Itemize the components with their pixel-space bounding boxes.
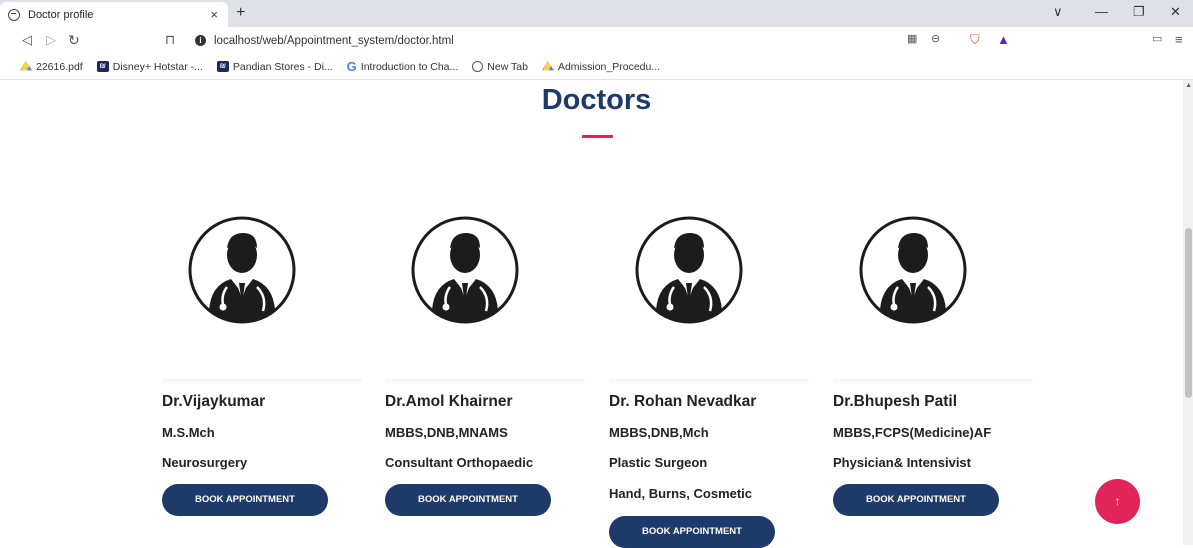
toolbar: ◁ ▷ ↻ ⊓ i localhost/web/Appointment_syst…: [0, 27, 1193, 54]
back-icon[interactable]: ◁: [22, 32, 32, 48]
bookmark-label: New Tab: [487, 60, 528, 73]
bookmark-icon[interactable]: ⊓: [165, 32, 175, 48]
minimize-button[interactable]: —: [1095, 4, 1108, 19]
site-info-icon[interactable]: i: [195, 35, 206, 46]
close-icon[interactable]: ×: [210, 7, 218, 22]
hotstar-icon: ₪: [216, 61, 229, 72]
card-divider: [833, 379, 1033, 385]
page-title: Doctors: [541, 84, 652, 116]
doctor-specialty: Physician& Intensivist: [833, 455, 971, 470]
doctor-qualification: MBBS,DNB,MNAMS: [385, 425, 508, 440]
doctor-name: Dr.Amol Khairner: [385, 393, 513, 410]
url-text[interactable]: localhost/web/Appointment_system/doctor.…: [214, 35, 454, 47]
bookmark-item[interactable]: 22616.pdf: [20, 61, 83, 73]
brave-rewards-icon[interactable]: ▲: [997, 32, 1010, 47]
scroll-to-top-button[interactable]: ↑: [1095, 479, 1140, 524]
address-bar[interactable]: i localhost/web/Appointment_system/docto…: [195, 30, 1025, 51]
book-appointment-button[interactable]: BOOK APPOINTMENT: [162, 484, 328, 516]
book-appointment-button[interactable]: BOOK APPOINTMENT: [385, 484, 551, 516]
doctor-qualification: M.S.Mch: [162, 425, 215, 440]
page-content: [0, 80, 1183, 545]
tab-title: Doctor profile: [28, 8, 94, 21]
bookmarks-bar: 22616.pdf ₪ Disney+ Hotstar -... ₪ Pandian…: [0, 54, 1193, 80]
bookmark-label: Disney+ Hotstar -...: [112, 60, 203, 73]
tab-search-icon[interactable]: ∨: [1053, 4, 1063, 20]
doctor-name: Dr.Vijaykumar: [162, 393, 266, 410]
doctor-qualification: MBBS,FCPS(Medicine)AF: [833, 425, 992, 440]
bookmark-label: Pandian Stores - Di...: [232, 60, 333, 73]
bookmark-label: 22616.pdf: [36, 60, 83, 73]
card-divider: [162, 379, 362, 385]
browser-chrome: Doctor profile × + ∨ — ❐ ✕ ◁ ▷ ↻ ⊓ i loc…: [0, 0, 1193, 80]
drive-icon: [541, 61, 554, 71]
scrollbar-thumb[interactable]: [1185, 228, 1192, 398]
menu-icon[interactable]: ≡: [1175, 32, 1183, 47]
brave-shield-icon[interactable]: ⛉: [970, 32, 980, 48]
bookmark-item[interactable]: G Introduction to Cha...: [347, 59, 459, 74]
reload-icon[interactable]: ↻: [68, 32, 80, 49]
doctor-avatar-icon: [188, 216, 296, 324]
bookmark-label: Admission_Procedu...: [557, 60, 661, 73]
doctor-avatar-icon: [635, 216, 743, 324]
doctor-specialty: Plastic Surgeon: [609, 455, 708, 470]
google-icon: G: [346, 59, 357, 74]
book-appointment-button[interactable]: BOOK APPOINTMENT: [833, 484, 999, 516]
card-divider: [385, 379, 585, 385]
book-appointment-button[interactable]: BOOK APPOINTMENT: [609, 516, 775, 548]
bookmark-item[interactable]: ₪ Pandian Stores - Di...: [216, 60, 333, 73]
qr-icon[interactable]: ▦: [907, 32, 917, 45]
doctor-avatar-icon: [411, 216, 519, 324]
doctor-avatar-icon: [859, 216, 967, 324]
drive-icon: [20, 61, 32, 71]
hotstar-icon: ₪: [96, 61, 109, 72]
doctor-name: Dr.Bhupesh Patil: [833, 393, 958, 410]
bookmark-label: Introduction to Cha...: [360, 60, 459, 73]
new-tab-button[interactable]: +: [236, 4, 245, 22]
doctor-specialty: Consultant Orthopaedic: [385, 455, 534, 470]
doctor-qualification: MBBS,DNB,Mch: [609, 425, 709, 440]
bookmark-item[interactable]: Admission_Procedu...: [541, 60, 661, 73]
doctor-specialty-detail: Hand, Burns, Cosmetic: [609, 486, 753, 501]
doctor-specialty: Neurosurgery: [162, 455, 248, 470]
wallet-icon[interactable]: ▭: [1152, 32, 1162, 45]
bookmark-item[interactable]: New Tab: [472, 61, 528, 73]
zoom-icon[interactable]: ⊖: [931, 32, 940, 45]
maximize-button[interactable]: ❐: [1133, 4, 1145, 20]
globe-icon: [472, 61, 484, 72]
title-underline: [582, 135, 613, 138]
tab-doctor-profile[interactable]: Doctor profile ×: [0, 2, 228, 27]
doctor-name: Dr. Rohan Nevadkar: [609, 393, 757, 410]
tab-strip: Doctor profile × + ∨ — ❐ ✕: [0, 0, 1193, 27]
bookmark-item[interactable]: ₪ Disney+ Hotstar -...: [96, 60, 203, 73]
close-window-button[interactable]: ✕: [1170, 4, 1181, 20]
forward-icon[interactable]: ▷: [46, 32, 56, 48]
globe-icon: [8, 8, 20, 21]
card-divider: [609, 379, 809, 385]
